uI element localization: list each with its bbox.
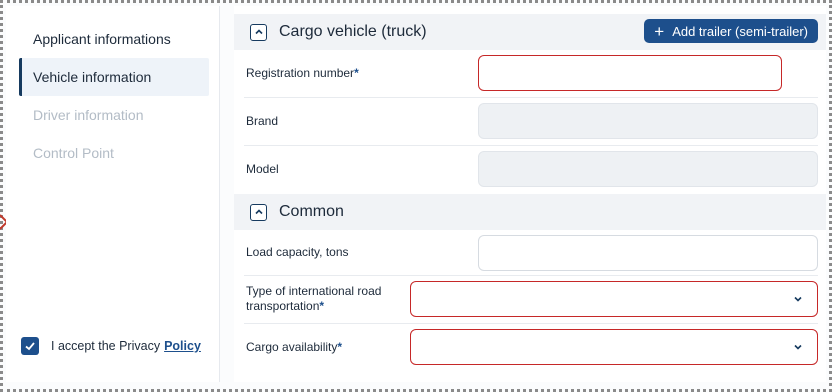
chevron-up-icon — [254, 29, 263, 35]
transport-type-label: Type of international road transportatio… — [246, 284, 382, 313]
form-row-model: Model — [244, 146, 818, 194]
cargo-availability-select[interactable] — [410, 329, 818, 365]
sidebar: Applicant informations Vehicle informati… — [6, 6, 220, 382]
section-title: Cargo vehicle (truck) — [279, 23, 427, 40]
privacy-consent: I accept the Privacy Policy — [21, 336, 201, 356]
brand-label: Brand — [246, 114, 279, 128]
collapse-cargo-vehicle-button[interactable] — [250, 23, 267, 41]
brand-input — [478, 103, 818, 139]
registration-number-input[interactable] — [478, 55, 782, 91]
sidebar-item-vehicle[interactable]: Vehicle information — [19, 58, 209, 96]
collapse-common-button[interactable] — [250, 203, 267, 221]
load-capacity-input[interactable] — [478, 235, 818, 271]
registration-label: Registration number* — [246, 66, 359, 80]
form-row-transport-type: Type of international road transportatio… — [244, 276, 818, 324]
privacy-text: I accept the Privacy — [51, 339, 161, 353]
sidebar-item-control-point: Control Point — [33, 145, 114, 161]
cargo-availability-label: Cargo availability* — [246, 340, 343, 354]
form-row-load-capacity: Load capacity, tons — [244, 230, 818, 276]
transport-type-select[interactable] — [410, 281, 818, 317]
plus-icon: + — [654, 21, 665, 41]
form-row-registration: Registration number* — [244, 50, 818, 98]
sidebar-item-applicant[interactable]: Applicant informations — [19, 20, 209, 58]
section-header-common: Common — [234, 194, 826, 230]
form-row-cargo-availability: Cargo availability* — [244, 324, 818, 372]
add-trailer-button[interactable]: + Add trailer (semi-trailer) — [644, 19, 818, 43]
privacy-policy-link[interactable]: Policy — [164, 339, 201, 353]
form-panel: Cargo vehicle (truck) + Add trailer (sem… — [234, 6, 826, 382]
sidebar-item-driver: Driver information — [33, 107, 144, 123]
chevron-down-icon — [794, 344, 802, 350]
chevron-down-icon — [794, 296, 802, 302]
privacy-checkbox[interactable] — [21, 337, 39, 355]
form-row-brand: Brand — [244, 98, 818, 146]
section-title: Common — [279, 203, 344, 220]
model-input — [478, 151, 818, 187]
load-capacity-label: Load capacity, tons — [246, 245, 349, 259]
section-header-cargo-vehicle: Cargo vehicle (truck) + Add trailer (sem… — [234, 14, 826, 50]
check-icon — [25, 342, 35, 351]
add-trailer-label: Add trailer (semi-trailer) — [672, 23, 808, 39]
model-label: Model — [246, 162, 279, 176]
chevron-up-icon — [254, 209, 263, 215]
